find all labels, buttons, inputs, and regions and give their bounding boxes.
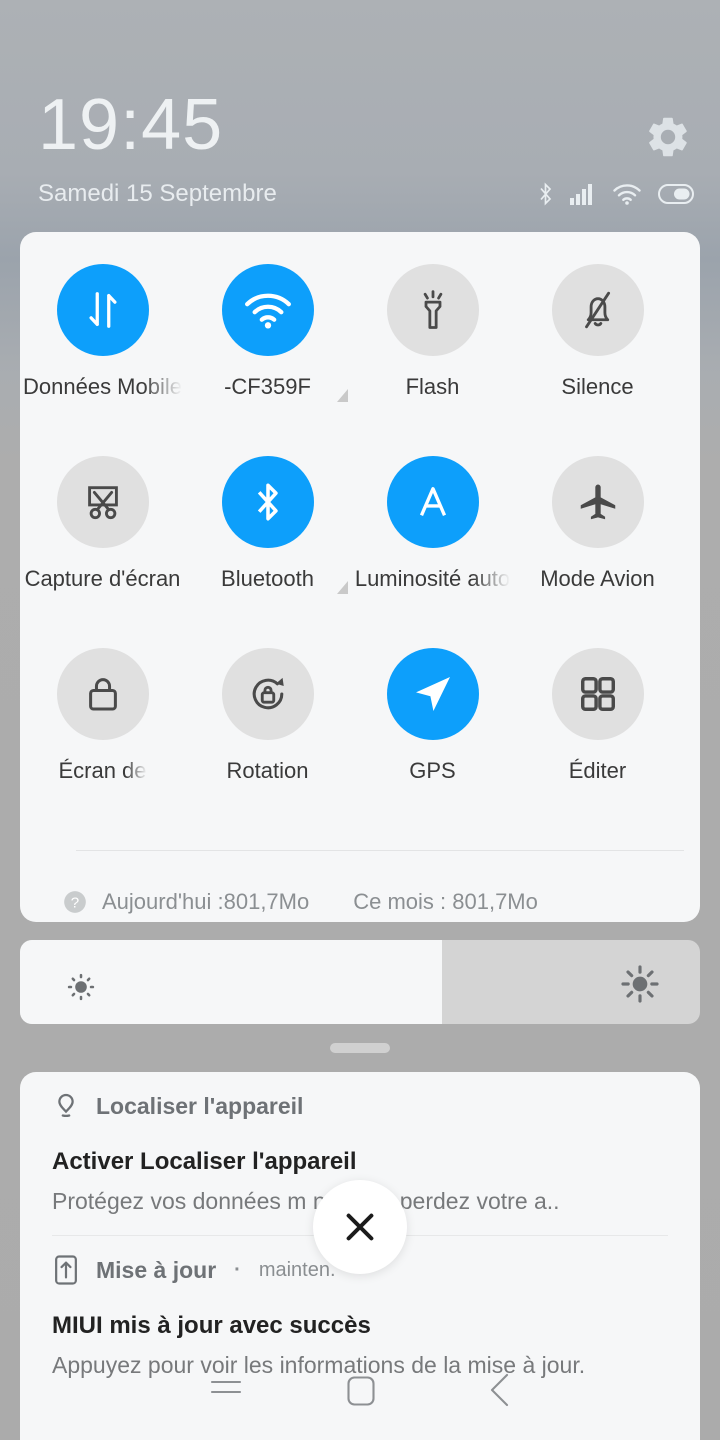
notification-separator-dot: · [234,1258,241,1281]
svg-text:?: ? [71,894,79,911]
notification-app-name: Localiser l'appareil [96,1092,304,1119]
screenshot-icon [87,486,118,520]
tile-icon-wrapper [551,264,644,356]
tile-wifi[interactable]: -CF359F [185,232,350,424]
status-icon-tray [537,180,694,208]
airplane-icon [580,484,615,520]
tile-label: -CF359F [224,374,311,399]
bell-mute-icon [584,291,610,329]
tile-mobile-data[interactable]: Données Mobile [20,232,185,424]
tile-label: Luminosité auto [354,566,511,591]
tile-row: Données Mobile -CF359F Flash Silence [20,232,700,424]
tile-screenshot[interactable]: Capture d'écran [20,424,185,616]
tile-icon-wrapper [386,456,479,548]
tile-label: Rotation [226,758,309,783]
tile-icon-wrapper [56,456,149,548]
bluetooth-icon [257,483,278,521]
notification-title: Activer Localiser l'appareil [52,1148,357,1175]
tile-icon-wrapper [386,648,479,740]
tile-rotation-lock[interactable]: Rotation [185,616,350,808]
tile-edit[interactable]: Éditer [515,616,680,808]
tile-screen-lock[interactable]: e Écran de [20,616,185,808]
wifi-icon [244,293,291,329]
notification-app-name: Mise à jour [96,1256,217,1283]
data-usage-row[interactable]: ? Aujourd'hui :801,7Mo Ce mois : 801,7Mo [20,872,700,922]
clock-time: 19:45 [38,85,224,165]
rotation-lock-icon [252,677,284,710]
tile-label: GPS [409,758,456,783]
tile-icon-wrapper [221,264,314,356]
brightness-slider[interactable] [20,940,700,1024]
tile-icon-wrapper [56,648,149,740]
brightness-low-icon [64,970,98,1009]
status-header: 19:45 Samedi 15 Septembre [0,0,720,232]
tile-icon-wrapper [221,648,314,740]
tile-expand-marker[interactable] [337,389,348,402]
flashlight-icon [423,290,442,329]
quick-settings-panel: Données Mobile -CF359F Flash Silence Cap… [20,232,700,922]
navigation-arrow-icon [415,677,450,711]
tile-icon-wrapper [221,456,314,548]
tile-row: Capture d'écran Bluetooth Luminosité aut… [20,424,700,616]
tile-label: Écran de [58,758,147,783]
shade-drag-handle[interactable] [330,1043,390,1053]
tile-label: Éditer [568,758,627,783]
clock-date: Samedi 15 Septembre [38,180,277,207]
close-icon [346,1213,374,1241]
notification-title: MIUI mis à jour avec succès [52,1312,371,1339]
tile-label: Données Mobile [23,374,182,399]
tile-label: Mode Avion [540,566,655,591]
brightness-high-icon [620,964,660,1009]
wifi-icon [613,184,641,205]
tile-row: e Écran de [20,616,700,808]
tile-icon-wrapper [386,264,479,356]
mobile-data-icon [88,292,117,328]
auto-brightness-icon [419,487,446,516]
tile-auto-brightness[interactable]: Luminosité auto [350,424,515,616]
tile-silent[interactable]: Silence [515,232,680,424]
settings-gear-button[interactable] [644,113,692,161]
tile-label: Silence [561,374,634,399]
signal-bars-icon [570,184,592,205]
battery-icon [658,184,694,204]
tile-label: Flash [405,374,460,399]
tile-icon-wrapper [551,648,644,740]
location-pin-icon [58,1093,74,1117]
question-mark-icon[interactable]: ? [62,889,88,915]
data-usage-month: Ce mois : 801,7Mo [353,889,538,914]
tile-gps[interactable]: GPS [350,616,515,808]
tile-flashlight[interactable]: Flash [350,232,515,424]
bluetooth-icon [540,182,552,206]
tile-icon-wrapper [56,264,149,356]
quick-settings-grid: Données Mobile -CF359F Flash Silence Cap… [20,232,700,808]
grid-icon [580,677,615,711]
notification-body: Appuyez pour voir les informations de la… [52,1352,586,1378]
tile-label: Bluetooth [221,566,314,591]
tile-icon-wrapper [551,456,644,548]
close-shade-button[interactable] [313,1180,407,1274]
gear-icon [649,117,687,157]
lock-icon [88,678,117,711]
tile-airplane-mode[interactable]: Mode Avion [515,424,680,616]
data-usage-today: Aujourd'hui :801,7Mo [102,889,310,914]
update-arrow-icon [55,1255,77,1285]
panel-divider [76,850,684,851]
tile-label: Capture d'écran [24,566,181,591]
notification-time: mainten. [258,1258,336,1281]
notification-app-header: Localiser l'appareil [52,1072,668,1140]
tile-bluetooth[interactable]: Bluetooth [185,424,350,616]
tile-expand-marker[interactable] [337,581,348,594]
